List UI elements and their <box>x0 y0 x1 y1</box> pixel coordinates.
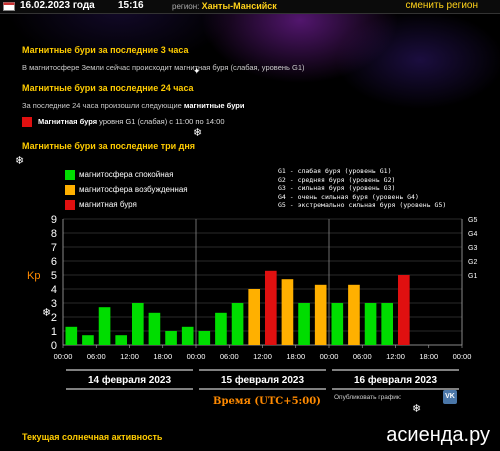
y-tick-label: 9 <box>51 214 57 226</box>
kp-bar <box>314 284 327 345</box>
g-tick-label: G2 <box>468 259 477 266</box>
x-axis-label: Время (UTC+5:00) <box>213 396 321 407</box>
g-tick-label: G4 <box>468 231 477 238</box>
y-tick-label: 8 <box>51 228 57 240</box>
kp-bar <box>98 307 111 345</box>
kp-bar <box>165 331 177 345</box>
y-tick-label: 3 <box>51 298 57 310</box>
kp-bar <box>198 331 211 345</box>
y-tick-label: 7 <box>51 242 57 254</box>
kp-bar <box>231 303 244 345</box>
kp-bar <box>298 303 310 345</box>
x-tick-label: 06:00 <box>87 352 106 361</box>
vk-share-button[interactable]: VK <box>443 390 457 404</box>
g-tick-label: G1 <box>468 273 477 280</box>
share-label: Опубликовать график: <box>334 394 402 401</box>
solar-activity-title: Текущая солнечная активность <box>22 432 163 442</box>
kp-bar <box>248 289 261 345</box>
x-tick-label: 12:00 <box>120 352 139 361</box>
kp-bar <box>281 279 294 345</box>
x-tick-label: 00:00 <box>320 352 339 361</box>
kp-bar <box>348 284 360 345</box>
kp-bar <box>264 270 277 345</box>
x-tick-label: 06:00 <box>353 352 372 361</box>
kp-bar <box>364 303 377 345</box>
x-tick-label: 00:00 <box>187 352 206 361</box>
kp-bar <box>331 303 344 345</box>
kp-bar <box>115 335 128 345</box>
kp-bar <box>215 312 227 345</box>
kp-bar <box>131 303 144 345</box>
kp-bar <box>148 312 161 345</box>
x-tick-label: 18:00 <box>286 352 305 361</box>
day-label: 14 февраля 2023 <box>88 374 172 386</box>
kp-bar <box>65 326 78 345</box>
y-tick-label: 6 <box>51 256 57 268</box>
kp-bar <box>397 275 410 345</box>
day-label: 16 февраля 2023 <box>354 374 438 386</box>
kp-index-chart: 0 1 2 3 4 5 6 7 8 9 G1 G2 G3 G4 G5 00:00 06:00 12:00 18:00… <box>51 214 477 390</box>
watermark: асиенда.ру <box>386 424 490 446</box>
x-tick-label: 18:00 <box>153 352 172 361</box>
x-tick-label: 00:00 <box>54 352 73 361</box>
g-tick-label: G5 <box>468 217 477 224</box>
y-tick-label: 2 <box>51 312 57 324</box>
y-tick-label: 5 <box>51 270 57 282</box>
y-tick-label: 0 <box>51 340 57 352</box>
x-tick-label: 00:00 <box>453 352 472 361</box>
x-tick-label: 12:00 <box>386 352 405 361</box>
g-tick-label: G3 <box>468 245 477 252</box>
y-tick-label: 1 <box>51 326 57 338</box>
kp-bar <box>82 335 94 345</box>
y-tick-label: 4 <box>51 284 57 296</box>
x-tick-label: 06:00 <box>220 352 239 361</box>
day-label: 15 февраля 2023 <box>221 374 305 386</box>
x-tick-label: 12:00 <box>253 352 272 361</box>
kp-bar <box>381 303 394 345</box>
kp-bar <box>181 326 194 345</box>
x-tick-label: 18:00 <box>419 352 438 361</box>
